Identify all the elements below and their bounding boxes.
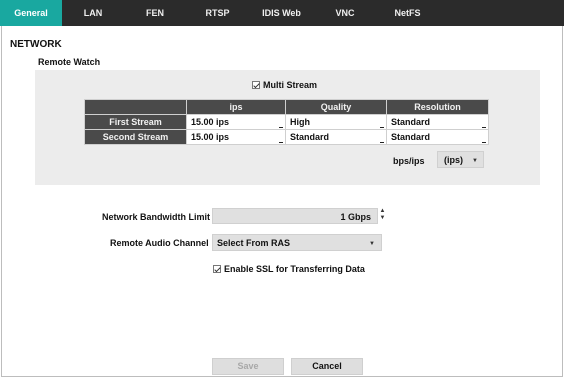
checkbox-checked-icon[interactable] <box>213 265 221 273</box>
dropdown-corner-icon <box>482 140 486 143</box>
first-stream-quality-select[interactable]: High <box>285 114 387 130</box>
chevron-down-icon: ▼ <box>472 158 478 164</box>
audio-value: Select From RAS <box>217 238 291 248</box>
tab-idis-web[interactable]: IDIS Web <box>249 0 314 26</box>
dropdown-corner-icon <box>380 125 384 128</box>
bps-value: (ips) <box>444 155 463 165</box>
cell-value: 15.00 ips <box>191 132 230 142</box>
tab-general[interactable]: General <box>0 0 62 26</box>
cell-value: Standard <box>391 117 431 127</box>
multi-stream-checkbox[interactable]: Multi Stream <box>252 80 317 90</box>
multi-stream-label: Multi Stream <box>263 80 318 90</box>
dropdown-corner-icon <box>482 125 486 128</box>
second-stream-ips-select[interactable]: 15.00 ips <box>186 129 286 145</box>
cancel-button[interactable]: Cancel <box>291 358 363 375</box>
cell-value: Standard <box>391 132 431 142</box>
chevron-up-icon[interactable]: ▲ <box>379 208 386 215</box>
chevron-down-icon[interactable]: ▼ <box>379 215 386 222</box>
row-label: First Stream <box>84 114 187 130</box>
table-header-resolution: Resolution <box>386 99 489 115</box>
tab-rtsp[interactable]: RTSP <box>186 0 249 26</box>
table-header-ips: ips <box>186 99 286 115</box>
tab-lan[interactable]: LAN <box>62 0 124 26</box>
ssl-label: Enable SSL for Transferring Data <box>224 264 365 274</box>
checkbox-checked-icon[interactable] <box>252 81 260 89</box>
second-stream-resolution-select[interactable]: Standard <box>386 129 489 145</box>
dropdown-corner-icon <box>279 140 283 143</box>
cell-value: 15.00 ips <box>191 117 230 127</box>
stream-table: ips Quality Resolution First Stream 15.0… <box>84 99 489 145</box>
dropdown-corner-icon <box>279 125 283 128</box>
first-stream-resolution-select[interactable]: Standard <box>386 114 489 130</box>
tab-vnc[interactable]: VNC <box>314 0 376 26</box>
tab-fen[interactable]: FEN <box>124 0 186 26</box>
cell-value: High <box>290 117 310 127</box>
cell-value: Standard <box>290 132 330 142</box>
bps-label: bps/ips <box>393 156 425 166</box>
second-stream-quality-select[interactable]: Standard <box>285 129 387 145</box>
save-button[interactable]: Save <box>212 358 284 375</box>
remote-audio-select[interactable]: Select From RAS ▼ <box>212 234 382 251</box>
bandwidth-label: Network Bandwidth Limit <box>102 212 210 222</box>
section-title: NETWORK <box>10 39 62 50</box>
bps-ips-select[interactable]: (ips) ▼ <box>437 151 484 168</box>
first-stream-ips-select[interactable]: 15.00 ips <box>186 114 286 130</box>
row-label: Second Stream <box>84 129 187 145</box>
table-header-blank <box>84 99 187 115</box>
bandwidth-input[interactable]: 1 Gbps <box>212 208 378 224</box>
tab-netfs[interactable]: NetFS <box>376 0 439 26</box>
chevron-down-icon: ▼ <box>369 241 375 247</box>
table-row: Second Stream 15.00 ips Standard Standar… <box>84 129 489 145</box>
bandwidth-spinner[interactable]: ▲ ▼ <box>379 208 386 224</box>
ssl-checkbox[interactable]: Enable SSL for Transferring Data <box>213 264 365 274</box>
table-header-row: ips Quality Resolution <box>84 99 489 115</box>
audio-label: Remote Audio Channel <box>110 238 209 248</box>
tab-bar: General LAN FEN RTSP IDIS Web VNC NetFS <box>0 0 564 26</box>
table-row: First Stream 15.00 ips High Standard <box>84 114 489 130</box>
remote-watch-title: Remote Watch <box>38 57 101 67</box>
table-header-quality: Quality <box>285 99 387 115</box>
dropdown-corner-icon <box>380 140 384 143</box>
